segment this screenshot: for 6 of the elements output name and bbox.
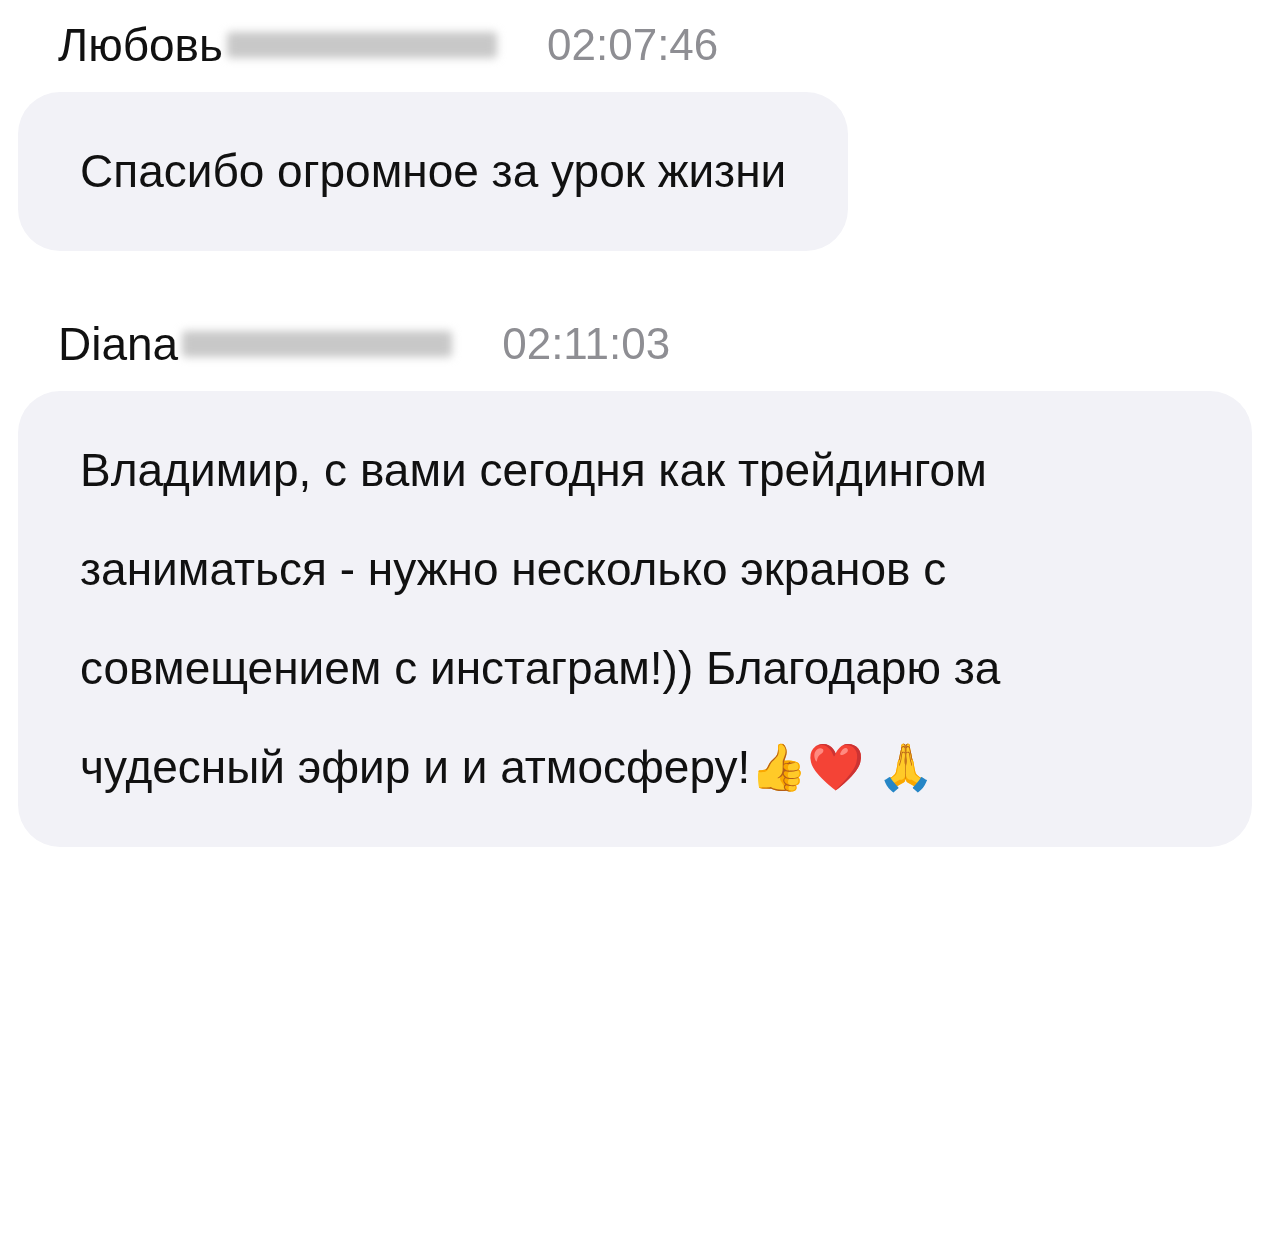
message-text: Владимир, с вами сегодня как трейдингом заниматься - нужно несколько экранов с совмещением с инстаграм!)) Благодарю за чудесный эфир и и атмосферу!👍❤ 🙏 xyxy=(80,443,1002,795)
message-time: 02:07:46 xyxy=(547,23,719,67)
author-name: Любовь xyxy=(58,22,224,68)
author-name: Diana xyxy=(58,321,179,367)
message-text: Спасибо огромное за урок жизни xyxy=(80,144,787,199)
message-time: 02:11:03 xyxy=(502,322,671,366)
